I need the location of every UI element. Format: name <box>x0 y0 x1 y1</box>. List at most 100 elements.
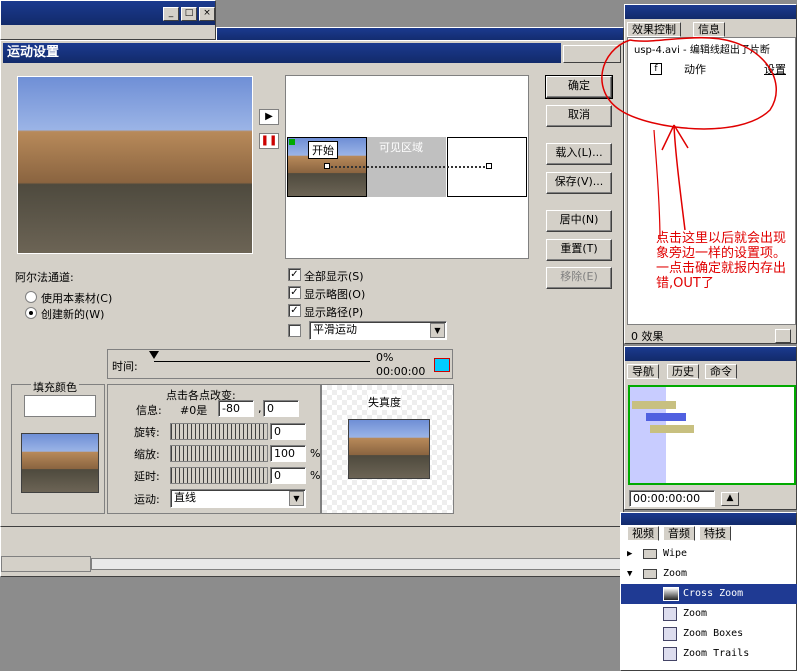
zoom-slider[interactable] <box>170 445 268 462</box>
timeline-window <box>0 525 624 577</box>
effect-controls-titlebar <box>625 5 796 19</box>
fill-preview-image <box>21 433 99 493</box>
list-item-label: Wipe <box>663 548 688 559</box>
show-outline-label: 显示略图(O) <box>304 288 366 301</box>
time-timecode: 00:00:00 <box>376 365 426 378</box>
chevron-right-icon: ▶ <box>627 549 633 559</box>
list-item[interactable]: Cross Zoom <box>621 584 797 604</box>
fill-color-swatch[interactable] <box>24 395 96 417</box>
fill-color-label: 填充颜色 <box>31 379 79 395</box>
points-panel: 点击各点改变: 信息: #0是 -80 , 0 旋转: 0 缩放: 100 % … <box>107 384 321 514</box>
close-icon[interactable]: × <box>199 7 215 21</box>
path-point-start[interactable] <box>324 163 330 169</box>
visible-area-label: 可见区域 <box>379 141 423 154</box>
show-all-label: 全部显示(S) <box>304 270 364 283</box>
show-path-label: 显示路径(P) <box>304 306 364 319</box>
nav-clip-a <box>632 401 676 409</box>
transition-icon <box>663 607 677 621</box>
alpha-create-label: 创建新的(W) <box>41 308 105 321</box>
zoom-input[interactable]: 100 <box>270 445 306 462</box>
rotate-slider[interactable] <box>170 423 268 440</box>
zoom-label: 缩放: <box>134 448 160 461</box>
rotate-label: 旋转: <box>134 426 160 439</box>
green-corner-marker <box>289 139 295 145</box>
keyframe-icon[interactable] <box>434 358 450 372</box>
timeline-toolbar <box>1 556 91 572</box>
distortion-label: 失真度 <box>368 394 401 410</box>
alpha-use-radio[interactable] <box>25 291 37 303</box>
timeline-scrollbar[interactable] <box>91 558 621 570</box>
time-label: 时间: <box>112 360 138 373</box>
list-item-label: Zoom Trails <box>683 648 750 659</box>
list-item[interactable]: ▶ Wipe <box>621 544 797 564</box>
zoom-out-icon[interactable]: ▲ <box>721 492 739 506</box>
motion-settings-dialog: 运动设置 ▶ ❚❚ 开始 可见区域 确定 取消 载入(L)... 保存(V)..… <box>0 40 624 527</box>
delay-input[interactable]: 0 <box>270 467 306 484</box>
motion-type-select[interactable]: 直线 ▼ <box>170 489 306 508</box>
navigator-titlebar <box>625 347 796 361</box>
alpha-use-label: 使用本素材(C) <box>41 292 113 305</box>
list-item[interactable]: Zoom Boxes <box>621 624 797 644</box>
chevron-down-icon: ▼ <box>627 569 633 579</box>
remove-button[interactable]: 移除(E) <box>546 267 612 289</box>
annotation-note: 点击这里以后就会出现象旁边一样的设置项。一点击确定就报内存出错,OUT了 <box>656 231 787 291</box>
motion-type-value: 直线 <box>174 491 196 504</box>
trash-icon[interactable] <box>775 329 791 343</box>
tab-history[interactable]: 历史 <box>667 364 699 379</box>
play-button[interactable]: ▶ <box>259 109 279 125</box>
transition-icon <box>663 647 677 661</box>
dialog-title: 运动设置 <box>7 45 60 60</box>
list-item[interactable]: Zoom <box>621 604 797 624</box>
list-item-label: Zoom <box>683 608 708 619</box>
maximize-icon[interactable]: □ <box>181 7 197 21</box>
tab-commands[interactable]: 命令 <box>705 364 737 379</box>
tab-video[interactable]: 视频 <box>627 526 659 541</box>
navigator-panel: 导航 历史 命令 00:00:00:00 ▲ <box>624 346 797 510</box>
navigator-timecode[interactable]: 00:00:00:00 <box>629 490 715 507</box>
preview-image <box>17 76 253 254</box>
delay-slider[interactable] <box>170 467 268 484</box>
transitions-titlebar <box>621 513 796 525</box>
time-percent: 0% <box>376 351 394 364</box>
tab-audio[interactable]: 音频 <box>663 526 695 541</box>
show-outline-checkbox[interactable]: ✓ <box>288 286 301 299</box>
show-all-checkbox[interactable]: ✓ <box>288 268 301 281</box>
navigator-view[interactable] <box>628 385 796 485</box>
distortion-panel: 失真度 <box>321 384 454 514</box>
time-slider-thumb-icon[interactable] <box>149 351 159 359</box>
tab-navigator[interactable]: 导航 <box>627 364 659 379</box>
folder-icon <box>643 549 657 559</box>
nav-clip-c <box>650 425 694 433</box>
time-row: 时间: 0% 00:00:00 <box>107 349 453 379</box>
path-point-end[interactable] <box>486 163 492 169</box>
tab-transitions[interactable]: 特技 <box>699 526 731 541</box>
transition-icon <box>663 627 677 641</box>
info-label: 信息: <box>136 404 162 417</box>
fill-color-group: 填充颜色 <box>11 379 105 514</box>
alpha-create-radio[interactable] <box>25 307 37 319</box>
distortion-preview-image[interactable] <box>348 419 430 479</box>
smooth-motion-select[interactable]: 平滑运动 ▼ <box>309 321 447 340</box>
list-item-label: Zoom <box>663 568 688 579</box>
motion-path-line <box>328 166 488 168</box>
time-slider-track[interactable] <box>154 361 370 362</box>
info-point-label: #0是 <box>180 404 208 417</box>
delay-label: 延时: <box>134 470 160 483</box>
minimize-icon[interactable]: _ <box>163 7 179 21</box>
list-item-label: Cross Zoom <box>683 588 744 599</box>
smooth-motion-value: 平滑运动 <box>313 323 357 336</box>
list-item[interactable]: Zoom Trails <box>621 644 797 664</box>
dialog-titlebar: 运动设置 <box>3 43 561 63</box>
list-item[interactable]: ▼ Zoom <box>621 564 797 584</box>
folder-icon <box>643 569 657 579</box>
path-area[interactable]: 开始 可见区域 <box>285 75 529 259</box>
show-path-checkbox[interactable]: ✓ <box>288 304 301 317</box>
info-x-input[interactable]: -80 <box>218 400 254 417</box>
pause-button[interactable]: ❚❚ <box>259 133 279 149</box>
background-window: _ □ × <box>0 0 216 40</box>
smooth-motion-checkbox[interactable] <box>288 324 301 337</box>
info-y-input[interactable]: 0 <box>263 400 299 417</box>
list-item-label: Zoom Boxes <box>683 628 744 639</box>
rotate-input[interactable]: 0 <box>270 423 306 440</box>
info-separator: , <box>258 402 262 415</box>
